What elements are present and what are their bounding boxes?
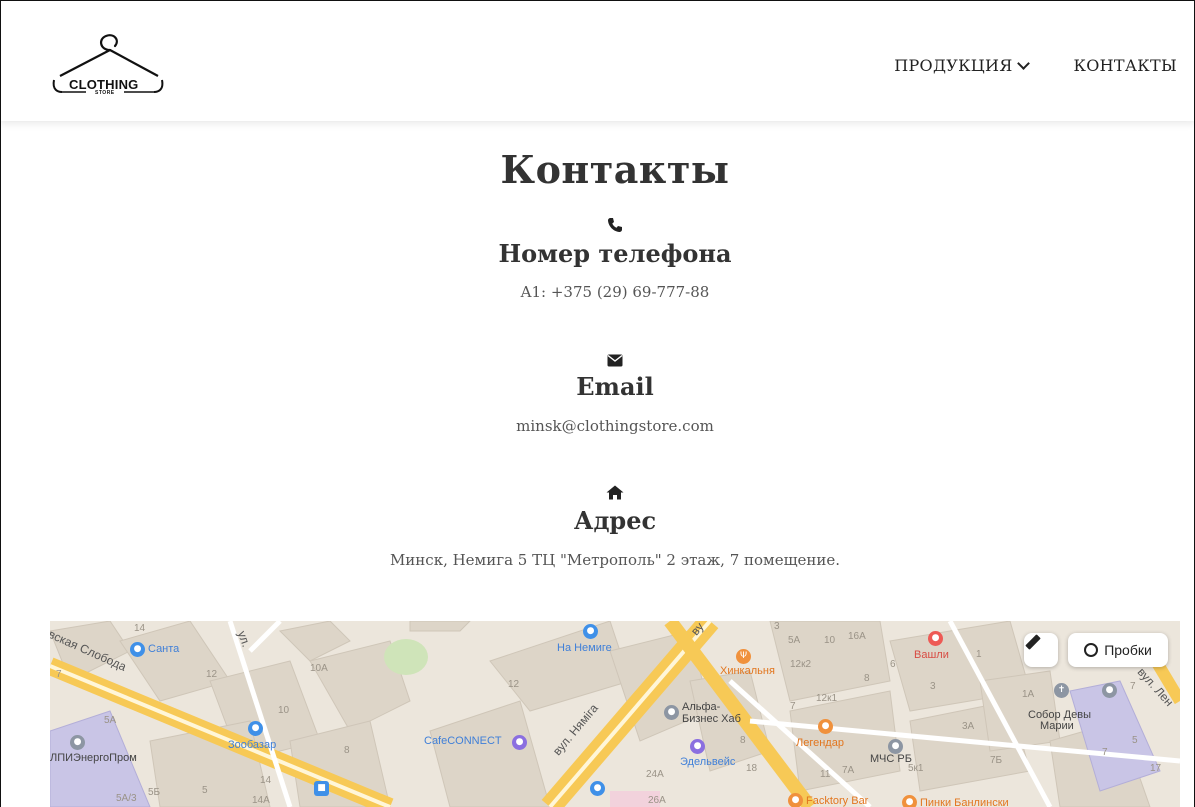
restaurant-icon[interactable]: Ψ [736,649,751,664]
house-number: 12 [206,669,218,680]
bar-icon[interactable]: ● [818,719,833,734]
poi-facktory[interactable]: Facktory Bar [806,795,868,807]
house-number: 12к2 [790,659,812,670]
poi-edelveys[interactable]: Эдельвейс [680,756,735,768]
house-number: 17 [1150,763,1162,774]
house-number: 7 [1102,747,1108,758]
traffic-button[interactable]: Пробки [1068,633,1168,667]
ruler-button[interactable] [1024,633,1058,667]
nav-contacts-label: КОНТАКТЫ [1073,56,1177,75]
house-number: 5 [202,785,208,796]
house-number: 1А [1022,689,1035,700]
house-number: 5А/3 [116,793,137,804]
house-number: 5 [1132,735,1138,746]
nav-contacts[interactable]: КОНТАКТЫ [1074,56,1177,75]
shop-icon[interactable]: ● [590,781,605,796]
chevron-down-icon [1016,56,1030,70]
home-icon [0,485,1195,504]
house-number: 7А [842,765,855,776]
map-widget[interactable]: вская Слобода вул. Няміга вул. Лен ул. в… [50,621,1180,807]
house-number: 7Б [990,755,1003,766]
bar-icon[interactable]: ● [788,793,803,807]
phone-value[interactable]: A1: +375 (29) 69-777-88 [0,283,1195,301]
nav-products-label: ПРОДУКЦИЯ [894,56,1013,75]
house-number: 16А [848,631,866,642]
house-number: 8 [864,673,870,684]
restaurant-icon[interactable]: ● [902,795,917,807]
house-number: 24А [646,769,664,780]
house-number: 7 [56,669,62,680]
fitness-icon[interactable]: ● [690,739,705,754]
house-number: 5Б [148,787,161,798]
poi-santa[interactable]: Санта [148,643,179,655]
shop-icon[interactable]: ● [583,624,598,639]
pet-shop-icon[interactable]: ● [248,721,263,736]
house-number: 10 [278,705,290,716]
traffic-icon [1084,643,1099,657]
restaurant-icon[interactable]: ● [928,631,943,646]
house-number: 14 [134,623,146,634]
logo[interactable]: CLOTHING STORE [48,30,164,105]
bus-stop-icon[interactable]: ■ [314,781,329,796]
house-number: 14 [260,775,272,786]
house-number: 7 [1130,681,1136,692]
poi-legendar[interactable]: Легендар [796,737,844,749]
poi-vashli[interactable]: Вашли [914,649,949,661]
poi-alfa-2[interactable]: Бизнес Хаб [682,713,741,725]
email-value[interactable]: minsk@clothingstore.com [0,417,1195,435]
site-header: CLOTHING STORE ПРОДУКЦИЯ КОНТАКТЫ [0,0,1195,121]
poi-energoprom[interactable]: ЛПИЭнергоПром [50,752,137,764]
shop-icon[interactable]: ● [130,642,145,657]
nav-products[interactable]: ПРОДУКЦИЯ [894,56,1030,75]
main-nav: ПРОДУКЦИЯ КОНТАКТЫ [894,56,1177,75]
poi-khinkalnya[interactable]: Хинкальня [720,665,775,677]
poi-alfa[interactable]: Альфа- [682,701,720,713]
house-number: 3 [774,621,780,632]
house-number: 10А [310,663,328,674]
address-title: Адрес [573,506,657,535]
house-number: 10 [824,635,836,646]
address-value: Минск, Немига 5 ТЦ "Метрополь" 2 этаж, 7… [389,551,841,569]
envelope-icon [0,352,1195,371]
ruler-icon [1025,634,1041,650]
map-canvas[interactable] [50,621,1180,807]
business-icon[interactable]: ● [664,705,679,720]
house-number: 6 [890,659,896,670]
house-number: 12к1 [816,693,838,704]
house-number: 8 [740,735,746,746]
page-title: Контакты [500,147,730,192]
cafe-icon[interactable]: ● [512,735,527,750]
house-number: 1 [976,649,982,660]
house-number: 3А [962,721,975,732]
house-number: 5А [104,715,117,726]
phone-icon [0,217,1195,237]
house-number: 7 [790,701,796,712]
poi-na-nemige[interactable]: На Немиге [557,642,612,654]
church-icon[interactable]: ✝ [1054,683,1069,698]
house-number: 18 [746,763,758,774]
house-number: 26А [648,795,666,806]
house-number: 11 [820,769,831,780]
logo-subtext: STORE [95,90,115,96]
poi-sobor-2[interactable]: Марии [1040,720,1074,732]
government-icon[interactable]: ● [888,739,903,754]
business-icon[interactable]: ● [70,735,85,750]
house-number: 8 [344,745,350,756]
traffic-label: Пробки [1104,642,1152,658]
poi-pinki[interactable]: Пинки Банлински [920,797,1009,807]
house-number: 14А [252,795,270,806]
house-number: 3 [930,681,936,692]
house-number: 5А [788,635,801,646]
poi-cafeconnect[interactable]: CafeCONNECT [424,735,502,747]
poi-mchs[interactable]: МЧС РБ [870,753,912,765]
phone-title: Номер телефона [498,239,732,268]
email-title: Email [576,372,654,401]
poi-zoobazar[interactable]: Зообазар [228,739,276,751]
house-number: 12 [508,679,520,690]
building-icon[interactable]: ● [1102,683,1117,698]
